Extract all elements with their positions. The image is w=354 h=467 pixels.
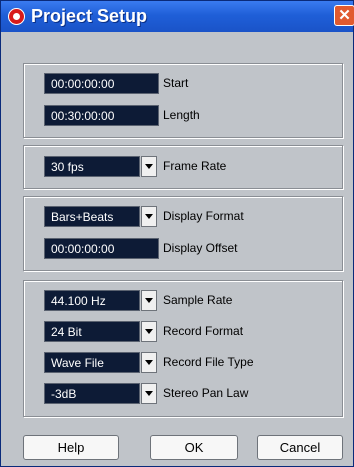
chevron-down-icon[interactable] xyxy=(141,352,157,373)
dialog-title: Project Setup xyxy=(31,6,148,26)
frame-rate-group: 30 fps Frame Rate xyxy=(23,145,343,189)
chevron-down-icon[interactable] xyxy=(141,383,157,404)
stereo-pan-law-label: Stereo Pan Law xyxy=(163,386,249,400)
project-setup-dialog: Project Setup ✕ 00:00:00:00 Start 00:30:… xyxy=(0,0,354,467)
display-format-label: Display Format xyxy=(163,209,244,223)
chevron-down-icon[interactable] xyxy=(141,156,157,177)
start-label: Start xyxy=(163,76,189,90)
frame-rate-label: Frame Rate xyxy=(163,159,227,173)
close-button[interactable]: ✕ xyxy=(334,5,354,26)
title-bar[interactable]: Project Setup ✕ xyxy=(1,1,354,32)
display-offset-field[interactable]: 00:00:00:00 xyxy=(44,238,159,259)
length-field[interactable]: 00:30:00:00 xyxy=(44,105,159,126)
chevron-down-icon[interactable] xyxy=(141,206,157,227)
cubase-logo-icon xyxy=(8,8,25,25)
record-file-type-select[interactable]: Wave File xyxy=(44,352,140,373)
chevron-down-icon[interactable] xyxy=(141,290,157,311)
help-button[interactable]: Help xyxy=(23,435,119,460)
record-format-select[interactable]: 24 Bit xyxy=(44,321,140,342)
display-offset-label: Display Offset xyxy=(163,241,238,255)
record-format-label: Record Format xyxy=(163,324,244,338)
display-group: Bars+Beats Display Format 00:00:00:00 Di… xyxy=(23,196,343,271)
chevron-down-icon[interactable] xyxy=(141,321,157,342)
sample-rate-label: Sample Rate xyxy=(163,293,233,307)
length-label: Length xyxy=(163,108,200,122)
record-file-type-label: Record File Type xyxy=(163,355,254,369)
sample-rate-select[interactable]: 44.100 Hz xyxy=(44,290,140,311)
display-format-select[interactable]: Bars+Beats xyxy=(44,206,140,227)
cancel-button[interactable]: Cancel xyxy=(257,435,343,460)
stereo-pan-law-select[interactable]: -3dB xyxy=(44,383,140,404)
start-field[interactable]: 00:00:00:00 xyxy=(44,73,159,94)
audio-group: 44.100 Hz Sample Rate 24 Bit Record Form… xyxy=(23,280,343,417)
ok-button[interactable]: OK xyxy=(150,435,238,460)
frame-rate-select[interactable]: 30 fps xyxy=(44,156,140,177)
timing-group: 00:00:00:00 Start 00:30:00:00 Length xyxy=(23,63,343,138)
